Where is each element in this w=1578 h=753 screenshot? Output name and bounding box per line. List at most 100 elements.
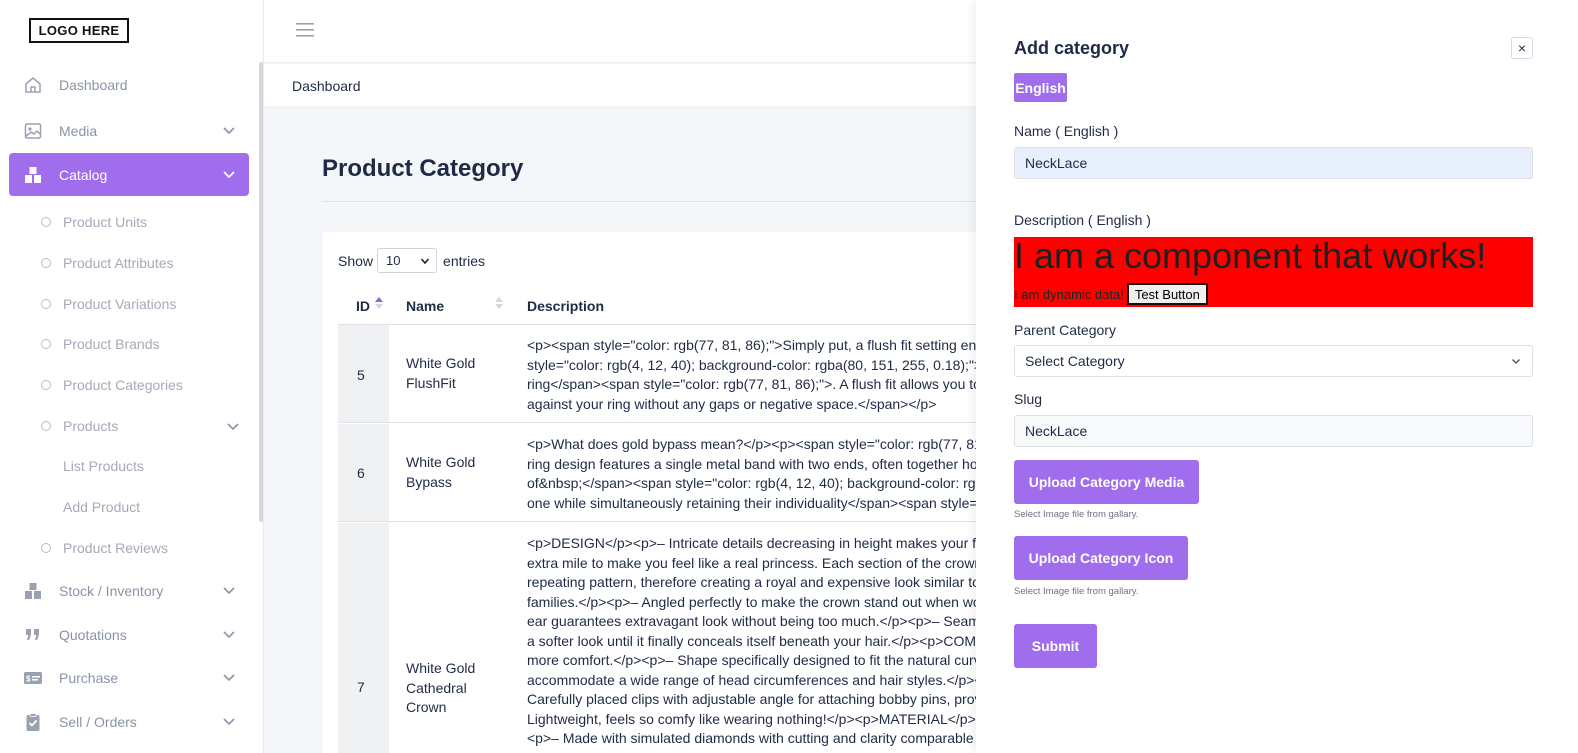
name-field[interactable]: NeckLace [1014,147,1533,179]
table-header: ID Name Description [338,287,1022,325]
circle-icon [41,299,51,309]
row-description: <p>DESIGN</p><p>– Intricate details decr… [527,535,987,746]
divider [322,201,982,202]
sub-label: Product Variations [63,296,177,312]
row-id: 5 [357,367,365,383]
sidebar-sub-product-attributes[interactable]: Product Attributes [41,253,174,273]
sidebar-sub-products[interactable]: Products [41,416,241,436]
component-heading: I am a component that works! [1014,237,1487,276]
circle-icon [41,421,51,431]
chevron-down-icon [223,587,235,595]
sidebar-item-media[interactable]: Media [9,109,249,152]
row-id: 6 [357,465,365,481]
table-row[interactable]: 5 White Gold FlushFit <p><span style="co… [338,325,1022,423]
category-table-card: Show 10 entries ID Name Description 5 Wh… [322,232,1022,753]
show-label: Show [338,252,374,269]
chevron-down-icon [1512,359,1520,364]
row-description: <p>What does gold bypass mean?</p><p><sp… [527,436,987,511]
row-description: <p><span style="color: rgb(77, 81, 86);"… [527,337,987,412]
money-card-icon: $ [23,668,43,688]
entries-select[interactable]: 10 [377,248,438,273]
chevron-down-icon [223,171,235,179]
page-title: Product Category [322,155,524,182]
sub-label: Products [63,418,119,434]
entries-label: entries [443,252,486,269]
upload-category-media-button[interactable]: Upload Category Media [1014,460,1199,504]
test-button[interactable]: Test Button [1126,283,1208,305]
svg-text:$: $ [26,674,31,683]
logo: LOGO HERE [29,18,129,43]
circle-icon [41,543,51,553]
sidebar-sub-product-reviews[interactable]: Product Reviews [41,538,168,558]
quote-icon [23,625,43,645]
sidebar-item-stock[interactable]: Stock / Inventory [9,569,249,612]
row-name: White Gold Bypass [406,454,476,490]
table-row[interactable]: 6 White Gold Bypass <p>What does gold by… [338,424,1022,522]
upload-media-hint: Select Image file from gallary. [1014,509,1139,520]
entries-control: Show 10 entries [338,248,485,273]
table-row[interactable]: 7 White Gold Cathedral Crown <p>DESIGN</… [338,523,1022,753]
parent-category-value: Select Category [1025,353,1125,369]
chevron-down-icon [223,674,235,682]
home-icon [23,75,43,95]
column-header-id[interactable]: ID [356,298,370,314]
sidebar-item-dashboard[interactable]: Dashboard [9,63,249,106]
drawer-title: Add category [1014,38,1130,58]
name-value: NeckLace [1025,155,1088,171]
entries-value: 10 [386,253,401,268]
description-label: Description ( English ) [1014,212,1151,228]
sidebar: LOGO HERE Dashboard Media Catalog Produc… [0,0,264,753]
component-text: I am dynamic data! [1014,286,1124,302]
row-name: White Gold FlushFit [406,355,476,391]
sub-label: Product Reviews [63,540,169,556]
upload-category-icon-button[interactable]: Upload Category Icon [1014,536,1188,580]
column-header-description[interactable]: Description [527,298,604,314]
sidebar-sub-product-brands[interactable]: Product Brands [41,334,160,354]
parent-category-select[interactable]: Select Category [1014,345,1533,377]
sidebar-item-label: Stock / Inventory [59,582,164,599]
upload-icon-hint: Select Image file from gallary. [1014,586,1139,597]
sidebar-sub-product-units[interactable]: Product Units [41,212,147,232]
component-row: I am dynamic data! Test Button [1014,283,1208,305]
sub-label: Product Units [63,214,148,230]
sort-ascending-icon[interactable] [375,296,383,310]
boxes-icon [23,165,43,185]
description-component: I am a component that works! I am dynami… [1014,237,1533,307]
sidebar-item-quotations[interactable]: Quotations [9,613,249,656]
chevron-down-icon [223,631,235,639]
parent-category-label: Parent Category [1014,322,1116,338]
row-id: 7 [357,679,365,695]
hamburger-menu-icon[interactable] [296,22,314,38]
sidebar-item-label: Quotations [59,626,127,643]
chevron-down-icon [223,718,235,726]
sidebar-item-purchase[interactable]: $ Purchase [9,656,249,699]
sidebar-sub-add-product[interactable]: Add Product [63,499,140,515]
sidebar-item-sell-orders[interactable]: Sell / Orders [9,700,249,743]
sidebar-item-catalog[interactable]: Catalog [9,153,249,196]
image-icon [23,121,43,141]
add-category-drawer: Add category × English Name ( English ) … [976,0,1578,753]
sidebar-scrollbar[interactable] [259,62,263,522]
sub-label: Product Attributes [63,255,174,271]
column-header-name[interactable]: Name [406,298,444,314]
sidebar-sub-product-variations[interactable]: Product Variations [41,294,176,314]
sidebar-item-label: Sell / Orders [59,713,137,730]
tab-english[interactable]: English [1014,73,1067,102]
sidebar-item-label: Dashboard [59,76,128,93]
sort-icon[interactable] [495,296,503,310]
breadcrumb[interactable]: Dashboard [292,78,361,94]
close-button[interactable]: × [1511,37,1533,59]
sidebar-sub-list-products[interactable]: List Products [63,458,144,474]
row-name: White Gold Cathedral Crown [406,660,476,715]
submit-button[interactable]: Submit [1014,624,1097,668]
sub-label: Product Brands [63,336,160,352]
clipboard-check-icon [23,712,43,732]
slug-field[interactable]: NeckLace [1014,415,1533,447]
id-cell [338,523,389,753]
sidebar-sub-product-categories[interactable]: Product Categories [41,375,183,395]
sub-label: Product Categories [63,377,183,393]
name-label: Name ( English ) [1014,123,1119,139]
boxes-icon [23,581,43,601]
sidebar-item-label: Media [59,122,98,139]
chevron-down-icon [227,423,239,431]
